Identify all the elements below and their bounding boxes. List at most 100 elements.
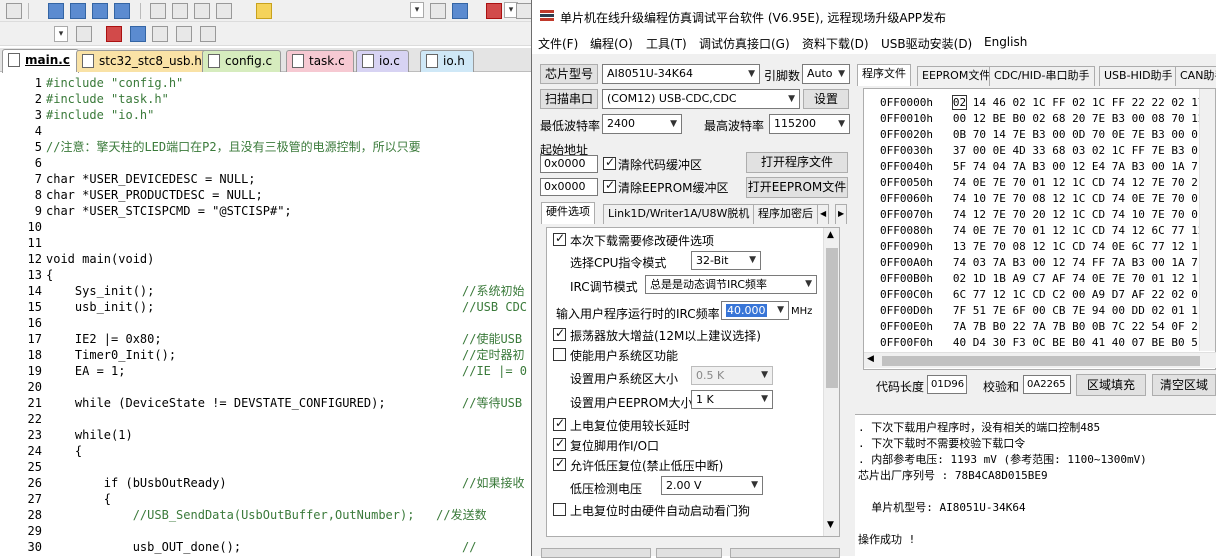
- menu-tools[interactable]: 工具(T): [646, 35, 687, 52]
- hex-row[interactable]: 0FF00D0h 7F 51 7E 6F 00 CB 7E 94 00 DD 0…: [880, 303, 1215, 319]
- stop-icon[interactable]: [486, 3, 502, 19]
- code-line[interactable]: 28 //USB_SendData(UsbOutBuffer,OutNumber…: [0, 507, 532, 523]
- code-start-address-input[interactable]: 0x0000: [540, 155, 598, 173]
- redownload-button[interactable]: [730, 548, 840, 558]
- min-baud-select[interactable]: 2400 ▼: [602, 114, 682, 134]
- manage-project-icon[interactable]: [106, 26, 122, 42]
- code-line[interactable]: 16: [0, 315, 532, 331]
- code-line[interactable]: 24 {: [0, 443, 532, 459]
- hex-row[interactable]: 0FF0070h 74 12 7E 70 20 12 1C CD 74 10 7…: [880, 207, 1215, 223]
- tab-usb-hid[interactable]: USB-HID助手: [1099, 66, 1178, 86]
- bookmark-clear-icon[interactable]: [114, 3, 130, 19]
- hex-row[interactable]: 0FF0090h 13 7E 70 08 12 1C CD 74 0E 6C 7…: [880, 239, 1215, 255]
- bookmark-next-icon[interactable]: [92, 3, 108, 19]
- menu-program[interactable]: 编程(O): [590, 35, 633, 52]
- hex-vertical-scrollbar[interactable]: [1199, 89, 1215, 351]
- tab-hardware-options[interactable]: 硬件选项: [541, 202, 595, 224]
- irc-frequency-select[interactable]: 40.000 ▼: [721, 301, 789, 320]
- tab-io-h[interactable]: io.h: [420, 50, 474, 72]
- port-settings-button[interactable]: 设置: [803, 89, 849, 109]
- open-program-file-button[interactable]: 打开程序文件: [746, 152, 848, 173]
- code-line[interactable]: 15 usb_init(); //USB CDC: [0, 299, 532, 315]
- build-icon[interactable]: [6, 3, 22, 19]
- code-line[interactable]: 22: [0, 411, 532, 427]
- open-eeprom-file-button[interactable]: 打开EEPROM文件: [746, 177, 848, 198]
- code-line[interactable]: 1 #include "config.h": [0, 75, 532, 91]
- system-area-size-select[interactable]: 0.5 K ▼: [691, 366, 773, 385]
- code-line[interactable]: 14 Sys_init(); //系统初始: [0, 283, 532, 299]
- tab-can[interactable]: CAN助手: [1175, 66, 1216, 86]
- code-line[interactable]: 8 char *USER_PRODUCTDESC = NULL;: [0, 187, 532, 203]
- code-line[interactable]: 21 while (DeviceState != DEVSTATE_CONFIG…: [0, 395, 532, 411]
- pin-count-select[interactable]: Auto ▼: [802, 64, 850, 84]
- code-line[interactable]: 12 void main(void): [0, 251, 532, 267]
- hardware-options-scrollbar[interactable]: ▲ ▼: [823, 228, 839, 536]
- clear-area-button[interactable]: 清空区域: [1152, 374, 1216, 396]
- hex-cursor[interactable]: 02: [951, 95, 968, 110]
- tab-stc32-stc8-usb-h[interactable]: stc32_stc8_usb.h: [76, 50, 211, 72]
- hex-row[interactable]: 0FF0020h 0B 70 14 7E B3 00 0D 70 0E 7E B…: [880, 127, 1215, 143]
- irc-mode-select[interactable]: 总是是动态调节IRC频率 ▼: [645, 275, 817, 294]
- pack-installer-icon[interactable]: [176, 26, 192, 42]
- scrollbar-thumb[interactable]: [826, 248, 838, 388]
- hex-row[interactable]: 0FF00A0h 74 03 7A B3 00 12 74 FF 7A B3 0…: [880, 255, 1215, 271]
- power-on-delay-checkbox[interactable]: [553, 416, 566, 431]
- tab-eeprom-file[interactable]: EEPROM文件: [917, 66, 996, 86]
- bookmark-prev-icon[interactable]: [70, 3, 86, 19]
- menu-downloads[interactable]: 资料下载(D): [802, 35, 869, 52]
- tab-task-c[interactable]: task.c: [286, 50, 354, 72]
- tab-scroll-right-icon[interactable]: ▶: [835, 204, 848, 224]
- target-dropdown[interactable]: ▾: [54, 26, 68, 42]
- code-line[interactable]: 6: [0, 155, 532, 171]
- code-editor[interactable]: 1 #include "config.h" 2 #include "task.h" 3 #…: [0, 74, 532, 556]
- menu-file[interactable]: 文件(F): [538, 35, 578, 52]
- cpu-mode-select[interactable]: 32-Bit ▼: [691, 251, 761, 270]
- unindent-icon[interactable]: [172, 3, 188, 19]
- hex-row[interactable]: 0FF00E0h 7A 7B B0 22 7A 7B B0 0B 7C 22 5…: [880, 319, 1215, 335]
- clear-code-buffer-checkbox[interactable]: [603, 155, 616, 170]
- output-log[interactable]: . 下次下载用户程序时，没有相关的端口控制485 . 下次下载时不需要校验下载口令…: [855, 414, 1216, 556]
- stop-button[interactable]: [656, 548, 722, 558]
- tab-program-file[interactable]: 程序文件: [857, 64, 911, 86]
- settings-icon[interactable]: [516, 3, 532, 19]
- comment-icon[interactable]: [194, 3, 210, 19]
- watchdog-checkbox[interactable]: [553, 503, 566, 516]
- code-line[interactable]: 29: [0, 523, 532, 539]
- debug-icon[interactable]: [452, 3, 468, 19]
- hex-view[interactable]: 0FF0000h 02 14 46 02 1C FF 02 1C FF 22 2…: [863, 88, 1216, 370]
- user-system-area-checkbox[interactable]: [553, 348, 566, 361]
- hex-row[interactable]: 0FF0010h 00 12 BE B0 02 68 20 7E B3 00 0…: [880, 111, 1215, 127]
- hex-row[interactable]: 0FF0030h 37 00 0E 4D 33 68 03 02 1C FF 7…: [880, 143, 1215, 159]
- code-line[interactable]: 2 #include "task.h": [0, 91, 532, 107]
- hex-row[interactable]: 0FF0050h 74 0E 7E 70 01 12 1C CD 74 12 7…: [880, 175, 1215, 191]
- books-icon[interactable]: [130, 26, 146, 42]
- scroll-down-icon[interactable]: ▼: [827, 520, 834, 530]
- menu-usb-driver[interactable]: USB驱动安装(D): [881, 35, 972, 52]
- reset-pin-io-checkbox[interactable]: [553, 436, 566, 451]
- code-line[interactable]: 11: [0, 235, 532, 251]
- max-baud-select[interactable]: 115200 ▼: [769, 114, 850, 134]
- low-voltage-reset-checkbox[interactable]: [553, 456, 566, 471]
- eeprom-start-address-input[interactable]: 0x0000: [540, 178, 598, 196]
- indent-icon[interactable]: [150, 3, 166, 19]
- code-line[interactable]: 23 while(1): [0, 427, 532, 443]
- uncomment-icon[interactable]: [216, 3, 232, 19]
- code-line[interactable]: 25: [0, 459, 532, 475]
- scroll-up-icon[interactable]: ▲: [827, 230, 834, 240]
- hex-row[interactable]: 0FF00B0h 02 1D 1B A9 C7 AF 74 0E 7E 70 0…: [880, 271, 1215, 287]
- code-line[interactable]: 10: [0, 219, 532, 235]
- tab-config-c[interactable]: config.c: [202, 50, 282, 72]
- tab-cdc-hid-serial[interactable]: CDC/HID-串口助手: [989, 66, 1095, 86]
- scan-port-button[interactable]: 扫描串口: [540, 89, 598, 109]
- hex-row[interactable]: 0FF00C0h 6C 77 12 1C CD C2 00 A9 D7 AF 2…: [880, 287, 1215, 303]
- manage-runtime-icon[interactable]: [200, 26, 216, 42]
- chip-model-button[interactable]: 芯片型号: [540, 64, 598, 84]
- eeprom-size-select[interactable]: 1 K ▼: [691, 390, 773, 409]
- chip-model-select[interactable]: AI8051U-34K64 ▼: [602, 64, 760, 84]
- scrollbar-thumb[interactable]: [882, 356, 1200, 366]
- tab-program-encryption[interactable]: 程序加密后: [753, 204, 818, 224]
- code-line[interactable]: 4: [0, 123, 532, 139]
- code-line[interactable]: 27 {: [0, 491, 532, 507]
- menu-debug-interface[interactable]: 调试仿真接口(G): [699, 35, 790, 52]
- code-line[interactable]: 30 usb_OUT_done(); //: [0, 539, 532, 555]
